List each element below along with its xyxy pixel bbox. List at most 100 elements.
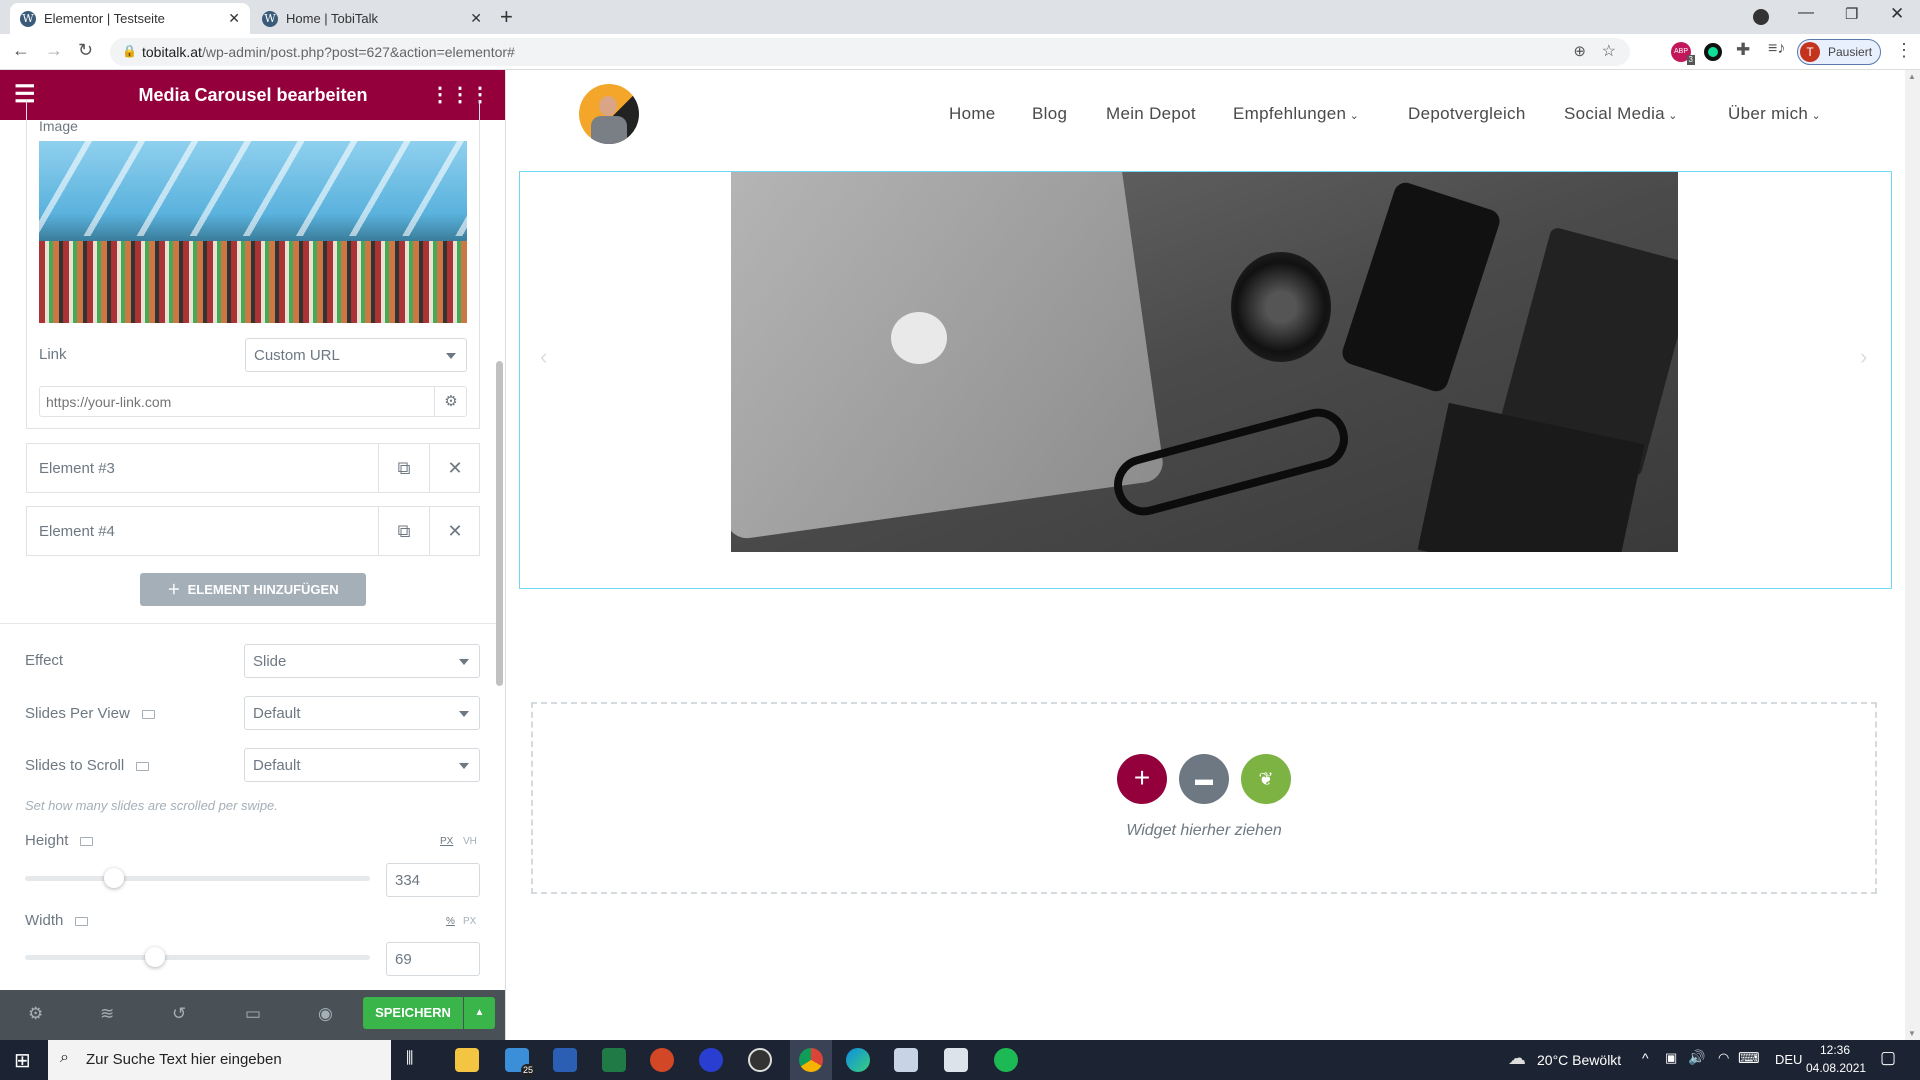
scroll-down-icon[interactable]: ▼: [1908, 1029, 1916, 1038]
slides-per-view-select[interactable]: Default: [244, 696, 480, 730]
nav-empfehlungen[interactable]: Empfehlungen ⌄: [1233, 104, 1359, 124]
adblock-extension-icon[interactable]: ABP 3: [1671, 42, 1695, 65]
desktop-monitor-icon[interactable]: [80, 836, 94, 846]
remove-item-close-icon[interactable]: ✕: [429, 507, 480, 555]
reload-icon[interactable]: ↻: [78, 40, 93, 61]
file-explorer-icon[interactable]: [455, 1048, 479, 1072]
page-scrollbar[interactable]: ▲ ▼: [1905, 70, 1920, 1040]
unit-px[interactable]: PX: [463, 916, 476, 927]
responsive-mode-icon[interactable]: ▭: [245, 1004, 261, 1024]
site-logo[interactable]: [579, 84, 639, 144]
scroll-up-icon[interactable]: ▲: [1908, 72, 1916, 81]
carousel-prev-arrow-icon[interactable]: ‹: [540, 344, 547, 370]
nav-social-media[interactable]: Social Media ⌄: [1564, 104, 1678, 124]
width-slider-handle[interactable]: [145, 947, 165, 967]
effect-select[interactable]: Slide: [244, 644, 480, 678]
nav-depotvergleich[interactable]: Depotvergleich: [1408, 104, 1526, 124]
restore-button[interactable]: ❐: [1845, 5, 1858, 23]
taskbar-search-box[interactable]: ⌕ Zur Suche Text hier eingeben: [48, 1040, 391, 1080]
desktop-monitor-icon[interactable]: [75, 916, 89, 926]
task-view-icon[interactable]: ⫼: [406, 1050, 413, 1068]
unit-percent[interactable]: %: [446, 916, 455, 927]
tab-home[interactable]: W Home | TobiTalk ✕: [252, 3, 492, 34]
settings-gear-icon[interactable]: ⚙: [28, 1004, 43, 1024]
chrome-icon[interactable]: [799, 1048, 823, 1072]
width-input[interactable]: 69: [386, 942, 480, 976]
duplicate-icon[interactable]: ⧉: [378, 507, 429, 555]
carousel-next-arrow-icon[interactable]: ›: [1860, 344, 1867, 370]
powerpoint-icon[interactable]: [650, 1048, 674, 1072]
height-input[interactable]: 334: [386, 863, 480, 897]
close-tab-icon[interactable]: ✕: [470, 10, 482, 27]
grammarly-extension-icon[interactable]: [1704, 43, 1722, 61]
windows-start-icon[interactable]: ⊞: [14, 1048, 31, 1073]
media-carousel-widget[interactable]: ‹ ›: [519, 171, 1892, 589]
save-button[interactable]: SPEICHERN: [363, 997, 463, 1029]
widget-drop-zone[interactable]: + ▬ ❦ Widget hierher ziehen: [531, 702, 1877, 894]
duplicate-icon[interactable]: ⧉: [378, 444, 429, 492]
history-icon[interactable]: ↺: [172, 1004, 186, 1024]
notifications-icon[interactable]: ▢: [1880, 1048, 1896, 1068]
image-preview[interactable]: [39, 141, 467, 323]
app-icon[interactable]: [944, 1048, 968, 1072]
height-slider-track[interactable]: [25, 876, 370, 881]
back-icon[interactable]: ←: [12, 40, 30, 61]
desktop-monitor-icon[interactable]: [136, 761, 150, 771]
tab-elementor[interactable]: W Elementor | Testseite ✕: [10, 3, 250, 34]
excel-icon[interactable]: [602, 1048, 626, 1072]
minimize-button[interactable]: —: [1798, 4, 1814, 22]
link-type-select[interactable]: Custom URL: [245, 338, 467, 372]
link-options-gear-icon[interactable]: ⚙: [434, 387, 467, 416]
close-tab-icon[interactable]: ✕: [228, 10, 240, 27]
obs-icon[interactable]: [748, 1048, 772, 1072]
unit-vh[interactable]: VH: [463, 836, 477, 847]
camera-icon[interactable]: ▣: [1665, 1050, 1677, 1066]
unit-px[interactable]: PX: [440, 836, 453, 847]
media-control-icon[interactable]: ≡♪: [1768, 40, 1785, 58]
slides-to-scroll-select[interactable]: Default: [244, 748, 480, 782]
volume-icon[interactable]: 🔊: [1688, 1049, 1705, 1066]
envato-leaf-button[interactable]: ❦: [1241, 754, 1291, 804]
new-tab-button[interactable]: +: [500, 4, 513, 30]
tab-search-icon[interactable]: [1753, 9, 1769, 25]
repeater-item[interactable]: Element #4 ⧉ ✕: [26, 506, 480, 556]
keyboard-icon[interactable]: ⌨: [1738, 1049, 1760, 1067]
zoom-icon[interactable]: ⊕: [1573, 42, 1586, 60]
add-element-button[interactable]: ＋ ELEMENT HINZUFÜGEN: [140, 573, 366, 606]
mail-icon[interactable]: 25: [505, 1048, 535, 1076]
spotify-icon[interactable]: [994, 1048, 1018, 1072]
nav-mein-depot[interactable]: Mein Depot: [1106, 104, 1196, 124]
bookmark-star-icon[interactable]: ☆: [1602, 41, 1616, 61]
close-window-button[interactable]: ✕: [1890, 4, 1904, 24]
word-icon[interactable]: [553, 1048, 577, 1072]
app-icon[interactable]: [699, 1048, 723, 1072]
tray-chevron-up-icon[interactable]: ^: [1642, 1050, 1649, 1066]
link-url-input[interactable]: [40, 387, 433, 416]
extensions-puzzle-icon[interactable]: ✚: [1736, 40, 1750, 60]
weather-text[interactable]: 20°C Bewölkt: [1537, 1052, 1621, 1068]
panel-scrollbar[interactable]: [496, 361, 503, 686]
edge-icon[interactable]: [846, 1048, 870, 1072]
nav-blog[interactable]: Blog: [1032, 104, 1067, 124]
desktop-monitor-icon[interactable]: [141, 709, 155, 719]
language-indicator[interactable]: DEU: [1775, 1052, 1802, 1067]
remove-item-close-icon[interactable]: ✕: [429, 444, 480, 492]
app-icon[interactable]: [894, 1048, 918, 1072]
navigator-layers-icon[interactable]: ≋: [100, 1004, 114, 1024]
add-section-plus-button[interactable]: +: [1117, 754, 1167, 804]
forward-icon[interactable]: →: [45, 40, 63, 61]
wifi-icon[interactable]: ◠: [1718, 1050, 1729, 1066]
nav-home[interactable]: Home: [949, 104, 996, 124]
save-options-caret-up-icon[interactable]: ▲: [464, 997, 495, 1029]
nav-ueber-mich[interactable]: Über mich ⌄: [1728, 104, 1821, 124]
url-input[interactable]: 🔒 tobitalk.at/wp-admin/post.php?post=627…: [110, 38, 1630, 66]
browser-menu-icon[interactable]: ⋮: [1895, 40, 1913, 61]
height-slider-handle[interactable]: [104, 868, 124, 888]
link-url-field[interactable]: ⚙: [39, 386, 467, 417]
add-template-folder-button[interactable]: ▬: [1179, 754, 1229, 804]
clock-time[interactable]: 12:36: [1820, 1043, 1850, 1057]
width-slider-track[interactable]: [25, 955, 370, 960]
repeater-item[interactable]: Element #3 ⧉ ✕: [26, 443, 480, 493]
preview-eye-icon[interactable]: ◉: [318, 1004, 333, 1024]
profile-button[interactable]: T Pausiert: [1797, 39, 1881, 65]
